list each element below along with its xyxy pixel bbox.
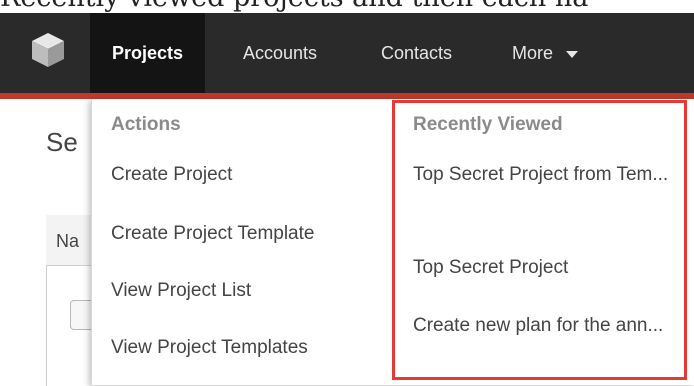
caret-down-icon [566, 50, 579, 58]
nav-tab-label: Contacts [381, 43, 453, 63]
actions-section-header: Actions [111, 114, 181, 135]
nav-tab-projects[interactable]: Projects [90, 13, 206, 93]
create-project-template-link[interactable]: Create Project Template [111, 219, 314, 248]
table-header-name[interactable]: Na [56, 231, 79, 252]
view-project-list-link[interactable]: View Project List [111, 276, 251, 305]
nav-tab-more[interactable]: More [512, 13, 579, 93]
nav-tab-label: Projects [112, 43, 184, 63]
nav-tab-contacts[interactable]: Contacts [381, 13, 452, 93]
page-title: Se [46, 127, 78, 157]
nav-tab-label: Accounts [243, 43, 318, 63]
nav-tab-accounts[interactable]: Accounts [243, 13, 317, 93]
create-project-link[interactable]: Create Project [111, 160, 232, 189]
view-project-templates-link[interactable]: View Project Templates [111, 333, 308, 362]
nav-tab-label: More [512, 43, 554, 63]
caption-text: Recently viewed projects and then each h… [0, 0, 694, 13]
app-logo-cube-icon[interactable] [28, 30, 68, 70]
recently-viewed-highlight-box [392, 100, 687, 380]
